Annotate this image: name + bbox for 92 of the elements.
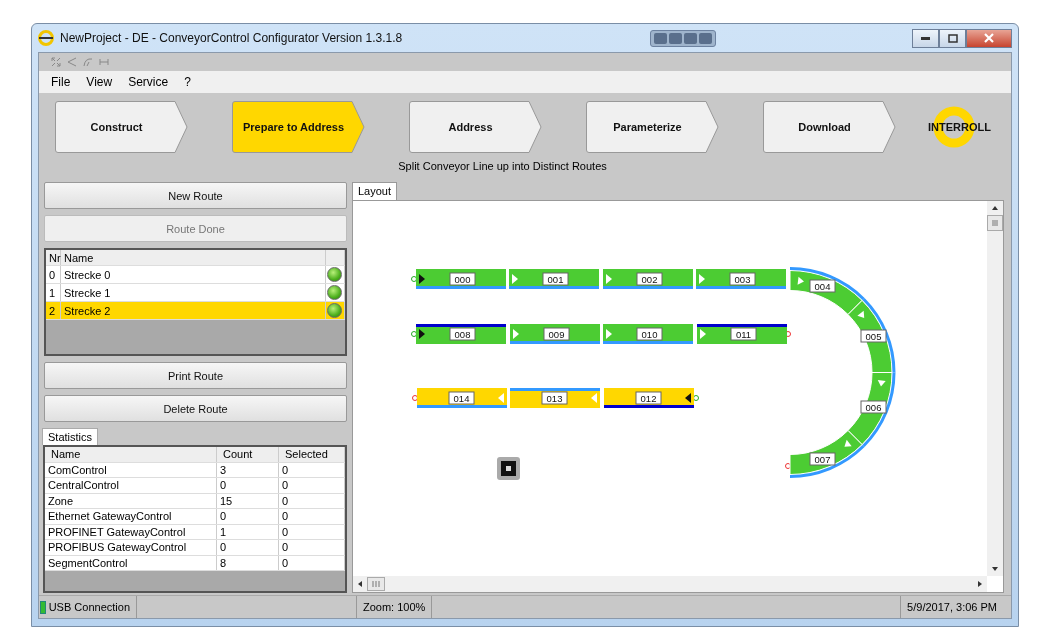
segment-label: 010 (636, 327, 663, 341)
remote-toolbar-icon (650, 29, 716, 47)
window-title: NewProject - DE - ConveyorControl Configurator Version 1.3.1.8 (60, 31, 404, 45)
menu-item[interactable]: File (45, 75, 77, 89)
menu-item[interactable]: View (80, 75, 119, 89)
maximize-icon (947, 33, 958, 43)
segment-label: 006 (860, 400, 887, 414)
column-header: Selected (279, 447, 345, 462)
menu-item[interactable]: ? (178, 75, 197, 89)
step-button[interactable]: Download (763, 101, 896, 153)
maximize-button[interactable] (939, 28, 966, 48)
segment-label: 000 (449, 272, 476, 286)
segment-label: 001 (542, 272, 569, 286)
port-icon (411, 331, 417, 337)
table-cell: 0 (46, 266, 61, 283)
segment-label: 008 (449, 327, 476, 341)
table-cell: Ethernet GatewayControl (45, 509, 217, 524)
width-icon[interactable] (99, 57, 109, 67)
date-time: 5/9/2017, 3:06 PM (907, 601, 997, 613)
table-cell: Strecke 0 (61, 266, 326, 283)
table-cell: 0 (279, 524, 345, 539)
route-row[interactable]: 0 Strecke 0 (46, 266, 345, 284)
table-cell: 0 (217, 540, 279, 555)
step-button[interactable]: Address (409, 101, 542, 153)
table-cell: 2 (46, 302, 61, 319)
segment-label: 003 (729, 272, 756, 286)
table-cell: 8 (217, 555, 279, 570)
scroll-thumb[interactable] (367, 577, 385, 591)
table-cell: 0 (279, 462, 345, 477)
port-icon (411, 276, 417, 282)
port-icon (693, 395, 699, 401)
status-dot-icon (327, 285, 342, 300)
table-cell: 15 (217, 493, 279, 508)
minimize-button[interactable] (912, 28, 939, 48)
segment-label: 009 (543, 327, 570, 341)
segment-label: 012 (635, 391, 662, 405)
layout-tab[interactable]: Layout (352, 182, 398, 200)
zoom-level: Zoom: 100% (363, 601, 426, 613)
table-cell: 1 (217, 524, 279, 539)
table-cell: PROFIBUS GatewayControl (45, 540, 217, 555)
table-cell: Strecke 1 (61, 284, 326, 301)
scroll-thumb[interactable] (987, 215, 1003, 231)
table-cell: 0 (279, 493, 345, 508)
route-button[interactable]: Print Route (44, 362, 347, 389)
table-cell: ComControl (45, 462, 217, 477)
connection-status: USB Connection (48, 601, 130, 613)
table-cell: 0 (217, 509, 279, 524)
route-button[interactable]: New Route (44, 182, 347, 209)
angle-icon[interactable] (67, 57, 77, 67)
column-header: Name (61, 250, 326, 265)
step-button[interactable]: Parameterize (586, 101, 719, 153)
status-dot-icon (327, 267, 342, 282)
stop-icon[interactable] (497, 457, 520, 480)
close-button[interactable] (966, 28, 1012, 48)
table-cell: 0 (279, 555, 345, 570)
close-icon (984, 33, 994, 43)
step-button[interactable]: Prepare to Address (232, 101, 365, 153)
table-cell: CentralControl (45, 478, 217, 493)
route-row[interactable]: 1 Strecke 1 (46, 284, 345, 302)
segment-label: 013 (541, 391, 568, 405)
table-cell: PROFINET GatewayControl (45, 524, 217, 539)
route-row[interactable]: 2 Strecke 2 (46, 302, 345, 320)
table-cell: Strecke 2 (61, 302, 326, 319)
segment-label: 004 (809, 279, 836, 293)
route-button[interactable]: Delete Route (44, 395, 347, 422)
statistics-tab[interactable]: Statistics (42, 428, 98, 445)
table-cell: SegmentControl (45, 555, 217, 570)
table-cell: 0 (279, 540, 345, 555)
segment-label: 007 (809, 452, 836, 466)
step-button[interactable]: Construct (55, 101, 188, 153)
curve-icon[interactable] (83, 57, 93, 67)
table-cell: 3 (217, 462, 279, 477)
column-header: Name (45, 447, 217, 462)
segment-label: 014 (448, 391, 475, 405)
table-cell: 1 (46, 284, 61, 301)
port-icon (412, 395, 418, 401)
fit-view-icon[interactable] (51, 57, 61, 67)
segment-label: 011 (730, 327, 757, 341)
segment-label: 005 (860, 329, 887, 343)
segment-label: 002 (636, 272, 663, 286)
minimize-icon (921, 36, 930, 40)
column-header: Count (217, 447, 279, 462)
menu-item[interactable]: Service (122, 75, 175, 89)
column-header: Nr (46, 250, 61, 265)
table-cell: 0 (279, 509, 345, 524)
status-dot-icon (327, 303, 342, 318)
step-hint: Split Conveyor Line up into Distinct Routes (397, 160, 608, 172)
table-cell: Zone (45, 493, 217, 508)
table-cell: 0 (217, 478, 279, 493)
table-cell: 0 (279, 478, 345, 493)
app-logo-icon (38, 30, 54, 46)
connection-status-icon (40, 600, 46, 614)
